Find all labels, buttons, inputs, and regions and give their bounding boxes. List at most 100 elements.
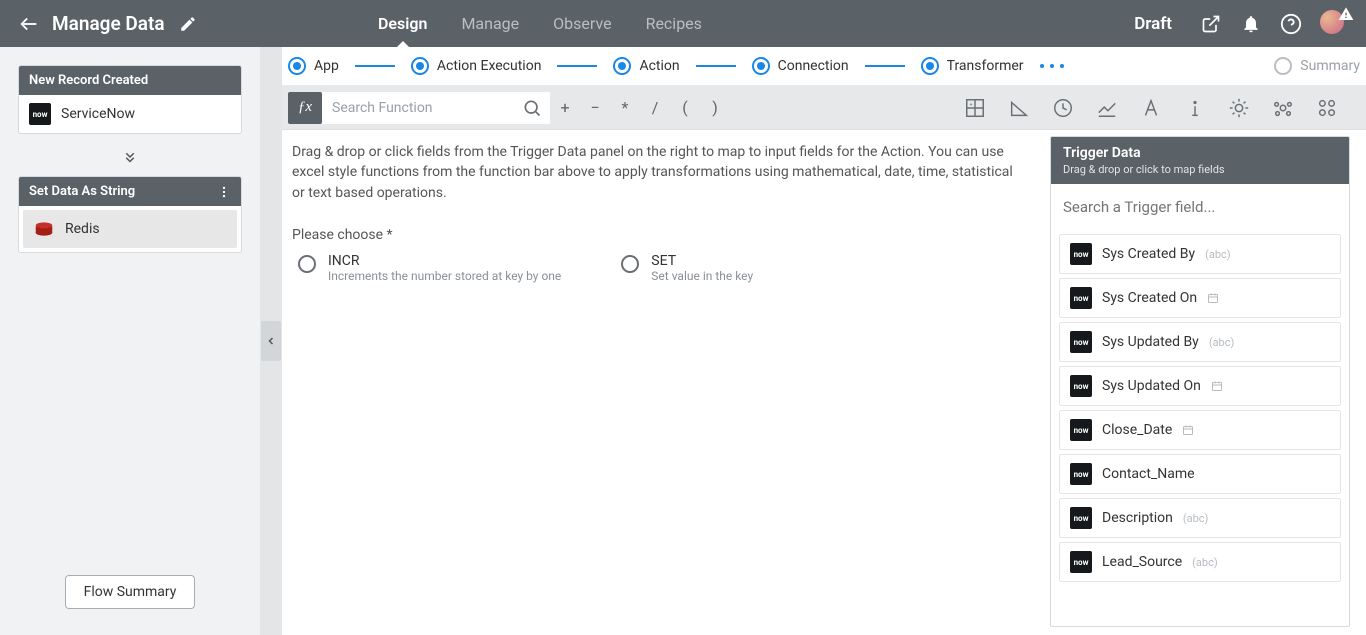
op-)[interactable]: ) (700, 98, 730, 117)
op-+[interactable]: + (550, 98, 580, 117)
settings-category-icon[interactable] (1316, 97, 1338, 119)
trigger-field-label: Contact_Name (1102, 466, 1195, 482)
step-connector-icon (865, 65, 905, 67)
calendar-icon (1182, 424, 1194, 436)
trigger-field-label: Sys Created By (1102, 246, 1195, 262)
warning-badge-icon (1338, 6, 1354, 22)
operator-group: +−*/() (550, 92, 730, 124)
radio-icon[interactable] (298, 255, 316, 273)
trigger-card-header: New Record Created (19, 66, 241, 95)
servicenow-icon: now (1070, 243, 1092, 265)
top-header: Manage Data Design Manage Observe Recipe… (0, 0, 1366, 47)
fx-icon[interactable]: ƒx (288, 92, 322, 124)
tab-recipes[interactable]: Recipes (646, 0, 702, 47)
trigger-field-label: Sys Created On (1102, 290, 1197, 306)
help-icon[interactable] (1280, 13, 1302, 35)
time-category-icon[interactable] (1052, 97, 1074, 119)
type-abc-icon: (abc) (1205, 248, 1231, 261)
servicenow-icon: now (1070, 463, 1092, 485)
option-desc: Increments the number stored at key by o… (328, 269, 561, 283)
tab-observe[interactable]: Observe (553, 0, 611, 47)
servicenow-icon: now (29, 103, 51, 125)
step-app[interactable]: App (288, 57, 339, 75)
action-card[interactable]: Set Data As String Redis (18, 176, 242, 253)
op-*[interactable]: * (610, 98, 640, 117)
sidebar-collapse-handle (260, 47, 282, 635)
user-avatar[interactable] (1320, 10, 1348, 38)
page-title: Manage Data (52, 12, 165, 35)
trigger-field[interactable]: now Contact_Name (1059, 454, 1341, 494)
math-category-icon[interactable]: + (964, 97, 986, 119)
info-category-icon[interactable] (1184, 97, 1206, 119)
trigger-field[interactable]: nowDescription(abc) (1059, 498, 1341, 538)
step-dots-icon (1040, 64, 1064, 68)
angle-category-icon[interactable] (1008, 97, 1030, 119)
step-summary[interactable]: Summary (1274, 57, 1360, 75)
redis-icon (33, 218, 55, 240)
step-label: Action (639, 58, 679, 74)
option-set[interactable]: SETSet value in the key (621, 253, 753, 283)
trigger-field-label: Sys Updated By (1102, 334, 1199, 350)
step-connection[interactable]: Connection (752, 57, 849, 75)
trigger-field-label: Close_Date (1102, 422, 1172, 438)
text-category-icon[interactable] (1140, 97, 1162, 119)
option-name: SET (651, 253, 753, 269)
option-desc: Set value in the key (651, 269, 753, 283)
trigger-field[interactable]: now Sys Created On (1059, 278, 1341, 318)
option-group: INCRIncrements the number stored at key … (282, 253, 1042, 283)
step-transformer[interactable]: Transformer (921, 57, 1024, 75)
toolbar-icons: + (964, 97, 1338, 119)
trigger-field-label: Description (1102, 510, 1173, 526)
open-external-icon[interactable] (1200, 13, 1222, 35)
trigger-data-panel: Trigger Data Drag & drop or click to map… (1050, 136, 1350, 627)
radio-icon[interactable] (621, 255, 639, 273)
op-([interactable]: ( (670, 98, 700, 117)
servicenow-icon: now (1070, 375, 1092, 397)
collapse-left-icon[interactable] (261, 321, 281, 361)
flow-summary-button[interactable]: Flow Summary (65, 575, 196, 609)
top-tabs: Design Manage Observe Recipes (378, 0, 702, 47)
tab-manage[interactable]: Manage (461, 0, 519, 47)
trigger-field[interactable]: nowLead_Source(abc) (1059, 542, 1341, 582)
stepper-bar: App Action Execution Action Connection Trans… (282, 47, 1366, 86)
misc-category-icon[interactable] (1272, 97, 1294, 119)
trigger-field[interactable]: nowSys Updated By(abc) (1059, 322, 1341, 362)
action-app-item[interactable]: Redis (23, 210, 237, 248)
function-search-input[interactable] (322, 92, 522, 124)
stats-category-icon[interactable] (1096, 97, 1118, 119)
trigger-app-item[interactable]: now ServiceNow (19, 95, 241, 133)
edit-pencil-icon[interactable] (177, 13, 199, 35)
op-−[interactable]: − (580, 98, 610, 117)
logic-category-icon[interactable] (1228, 97, 1250, 119)
main-panel: App Action Execution Action Connection Trans… (282, 47, 1366, 635)
trigger-search-input[interactable] (1061, 192, 1339, 222)
step-label: Transformer (947, 58, 1024, 74)
card-menu-icon[interactable] (217, 185, 231, 199)
step-action-execution[interactable]: Action Execution (411, 57, 542, 75)
option-name: INCR (328, 253, 561, 269)
instructions-text: Drag & drop or click fields from the Tri… (282, 130, 1042, 209)
op-/[interactable]: / (640, 98, 670, 117)
choose-label: Please choose * (282, 209, 1042, 253)
tab-design[interactable]: Design (378, 0, 427, 47)
back-arrow-icon[interactable] (18, 13, 40, 35)
trigger-field[interactable]: now Sys Created By (abc) (1059, 234, 1341, 274)
servicenow-icon: now (1070, 287, 1092, 309)
trigger-field[interactable]: now Sys Updated On (1059, 366, 1341, 406)
step-connector-icon (557, 65, 597, 67)
trigger-field-label: Sys Updated On (1102, 378, 1201, 394)
status-draft: Draft (1134, 14, 1172, 34)
servicenow-icon: now (1070, 331, 1092, 353)
type-abc-icon: (abc) (1192, 556, 1218, 569)
servicenow-icon: now (1070, 419, 1092, 441)
trigger-field-label: Lead_Source (1102, 554, 1182, 570)
search-icon[interactable] (522, 98, 542, 118)
trigger-card[interactable]: New Record Created now ServiceNow (18, 65, 242, 134)
trigger-field[interactable]: now Close_Date (1059, 410, 1341, 450)
trigger-field-list[interactable]: nowSys Created By(abc)nowSys Created Onn… (1051, 230, 1349, 626)
bell-icon[interactable] (1240, 13, 1262, 35)
step-action[interactable]: Action (613, 57, 679, 75)
option-incr[interactable]: INCRIncrements the number stored at key … (298, 253, 561, 283)
step-label: Summary (1300, 58, 1360, 74)
step-label: Action Execution (437, 58, 542, 74)
